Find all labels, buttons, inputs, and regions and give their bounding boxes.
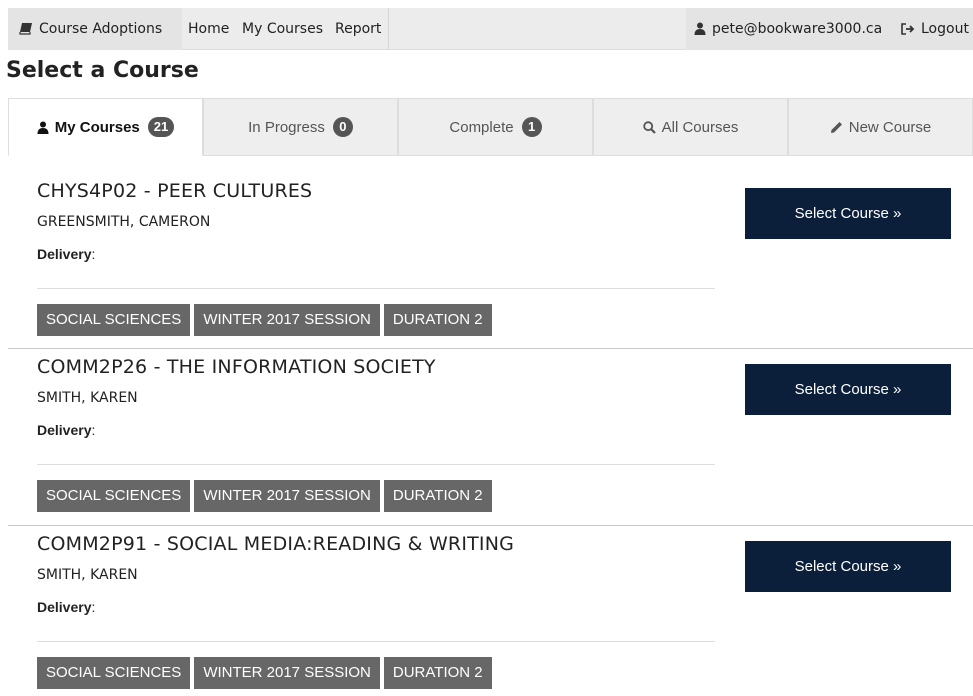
tag-session: WINTER 2017 SESSION bbox=[194, 480, 380, 512]
course-delivery: Delivery: bbox=[37, 599, 96, 615]
course-separator bbox=[8, 348, 973, 349]
divider bbox=[37, 641, 715, 642]
brand-link[interactable]: Course Adoptions bbox=[8, 8, 182, 50]
select-course-button[interactable]: Select Course » bbox=[745, 364, 951, 415]
tab-label: In Progress bbox=[248, 119, 325, 136]
book-icon bbox=[19, 10, 33, 52]
course-card: COMM2P26 - THE INFORMATION SOCIETY SMITH… bbox=[8, 350, 973, 526]
sign-out-icon bbox=[901, 10, 915, 52]
top-navbar: Course Adoptions Home My Courses Report … bbox=[8, 8, 973, 50]
course-card: CHYS4P02 - PEER CULTURES GREENSMITH, CAM… bbox=[8, 174, 973, 350]
tab-label: All Courses bbox=[661, 119, 739, 136]
tag-faculty: SOCIAL SCIENCES bbox=[37, 480, 191, 512]
course-instructor: SMITH, KAREN bbox=[37, 567, 138, 583]
nav-my-courses-link[interactable]: My Courses bbox=[242, 8, 323, 50]
delivery-label: Delivery bbox=[37, 599, 92, 615]
course-instructor: GREENSMITH, CAMERON bbox=[37, 214, 211, 230]
tab-all-courses[interactable]: All Courses bbox=[593, 98, 788, 156]
divider bbox=[37, 464, 715, 465]
pencil-icon bbox=[830, 101, 843, 159]
course-tabs: My Courses 21 In Progress 0 Complete 1 All … bbox=[8, 98, 973, 156]
count-badge: 21 bbox=[147, 117, 175, 137]
course-tags: SOCIAL SCIENCES WINTER 2017 SESSION DURATI… bbox=[37, 304, 496, 336]
count-badge: 0 bbox=[332, 117, 353, 137]
tag-faculty: SOCIAL SCIENCES bbox=[37, 304, 191, 336]
tab-label: Complete bbox=[449, 119, 514, 136]
delivery-label: Delivery bbox=[37, 246, 92, 262]
tab-label: My Courses bbox=[54, 119, 140, 136]
select-course-button[interactable]: Select Course » bbox=[745, 188, 951, 239]
tag-duration: DURATION 2 bbox=[383, 657, 492, 689]
user-account-link[interactable]: pete@bookware3000.ca bbox=[694, 8, 882, 50]
course-card: COMM2P91 - SOCIAL MEDIA:READING & WRITIN… bbox=[8, 527, 973, 696]
count-badge: 1 bbox=[521, 117, 542, 137]
course-title: COMM2P26 - THE INFORMATION SOCIETY bbox=[37, 356, 436, 378]
tab-label: New Course bbox=[848, 119, 932, 136]
delivery-label: Delivery bbox=[37, 422, 92, 438]
select-course-button[interactable]: Select Course » bbox=[745, 541, 951, 592]
tab-my-courses[interactable]: My Courses 21 bbox=[8, 98, 203, 156]
nav-home-link[interactable]: Home bbox=[188, 8, 229, 50]
user-email: pete@bookware3000.ca bbox=[712, 21, 883, 37]
tag-duration: DURATION 2 bbox=[383, 480, 492, 512]
logout-link[interactable]: Logout bbox=[901, 8, 969, 50]
logout-label: Logout bbox=[921, 21, 969, 37]
tag-duration: DURATION 2 bbox=[383, 304, 492, 336]
page-title: Select a Course bbox=[6, 58, 199, 83]
tag-session: WINTER 2017 SESSION bbox=[194, 657, 380, 689]
nav-divider bbox=[388, 8, 389, 50]
user-icon bbox=[37, 101, 49, 159]
tab-in-progress[interactable]: In Progress 0 bbox=[203, 98, 398, 156]
user-icon bbox=[694, 10, 706, 52]
nav-report-link[interactable]: Report bbox=[335, 8, 381, 50]
search-icon bbox=[642, 101, 656, 159]
course-separator bbox=[8, 525, 973, 526]
brand-label: Course Adoptions bbox=[39, 21, 163, 37]
course-delivery: Delivery: bbox=[37, 422, 96, 438]
course-tags: SOCIAL SCIENCES WINTER 2017 SESSION DURATI… bbox=[37, 480, 496, 512]
tag-session: WINTER 2017 SESSION bbox=[194, 304, 380, 336]
course-instructor: SMITH, KAREN bbox=[37, 390, 138, 406]
course-tags: SOCIAL SCIENCES WINTER 2017 SESSION DURATI… bbox=[37, 657, 496, 689]
course-title: COMM2P91 - SOCIAL MEDIA:READING & WRITIN… bbox=[37, 533, 515, 555]
tag-faculty: SOCIAL SCIENCES bbox=[37, 657, 191, 689]
divider bbox=[37, 288, 715, 289]
tab-complete[interactable]: Complete 1 bbox=[398, 98, 593, 156]
course-title: CHYS4P02 - PEER CULTURES bbox=[37, 180, 313, 202]
tab-new-course[interactable]: New Course bbox=[788, 98, 973, 156]
course-delivery: Delivery: bbox=[37, 246, 96, 262]
